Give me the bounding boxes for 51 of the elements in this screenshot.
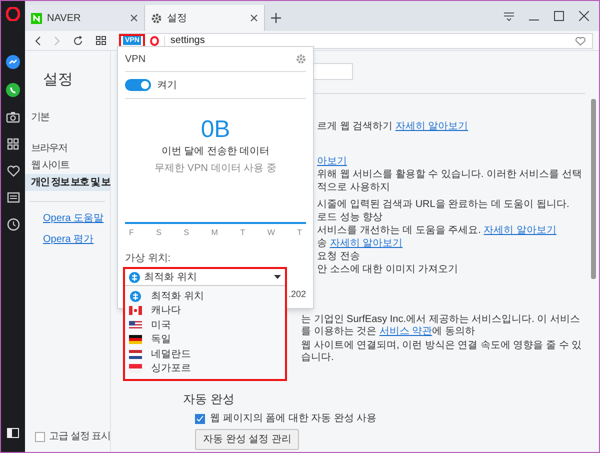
location-option[interactable]: 싱가포르	[125, 362, 285, 376]
settings-text: 안 소스에 대한 이미지 가져오기	[317, 263, 460, 276]
location-option[interactable]: 독일	[125, 332, 285, 347]
browser-tab[interactable]: NAVER	[25, 5, 145, 31]
browser-tab[interactable]: 설정	[145, 5, 265, 31]
learn-more-link[interactable]: 서비스 약관	[379, 326, 432, 337]
day-label: S	[156, 227, 162, 239]
location-option[interactable]: 최적화 위치	[125, 289, 285, 304]
day-label: W	[267, 227, 275, 239]
day-label: T	[240, 227, 246, 239]
checkbox-label: 고급 설정 표시	[49, 430, 111, 444]
settings-title: 설정	[42, 70, 74, 90]
help-link[interactable]: Opera 평가	[25, 232, 110, 246]
tab-title: NAVER	[47, 12, 82, 26]
section-heading: 자동 완성	[183, 391, 236, 408]
settings-text: 시줄에 입력된 검색과 URL을 완료하는 데 도움이 됩니다.	[317, 198, 570, 211]
url-text[interactable]: settings	[170, 33, 570, 48]
learn-more-link[interactable]: 아보기	[317, 156, 347, 167]
data-note: 무제한 VPN 데이터 사용 중	[154, 162, 278, 176]
toggle-label: 켜기	[157, 78, 177, 92]
settings-text: 송 자세히 알아보기	[317, 237, 404, 250]
learn-more-link[interactable]: 자세히 알아보기	[484, 225, 556, 236]
settings-text: 웹 사이트에 연결되며, 이런 방식은 연결 속도에 영향을 줄 수 있습니다.	[301, 340, 583, 364]
location-option[interactable]: 캐나다	[125, 304, 285, 318]
day-label: S	[184, 227, 190, 239]
nav-item[interactable]: 웹 사이트	[25, 156, 110, 174]
location-label: 가상 위치:	[125, 252, 172, 266]
settings-text: 르게 웹 검색하기 자세히 알아보기	[317, 120, 470, 133]
nav-item[interactable]: 기본	[25, 108, 110, 126]
learn-more-link[interactable]: 자세히 알아보기	[330, 238, 403, 249]
manage-autofill-button[interactable]: 자동 완성 설정 관리	[195, 429, 300, 450]
settings-text: 로드 성능 향상	[317, 211, 384, 224]
learn-more-link[interactable]: 자세히 알아보기	[395, 121, 468, 132]
data-amount: 0B	[200, 116, 232, 144]
ip-address-text: .202	[288, 288, 306, 301]
day-label: F	[129, 227, 134, 239]
popup-title: VPN	[125, 52, 146, 66]
day-label: M	[211, 227, 218, 239]
help-link[interactable]: Opera 도움말	[25, 210, 110, 226]
settings-text: 위해 웹 서비스를 활용할 수 있습니다. 이러한 서비스를 선택적으로 사용하지	[317, 168, 584, 194]
settings-text: 요청 전송	[317, 250, 361, 263]
checkbox-label: 웹 페이지의 폼에 대한 자동 완성 사용	[210, 412, 377, 426]
settings-text: 서비스를 개선하는 데 도움을 주세요. 자세히 알아보기	[317, 224, 558, 237]
nav-item[interactable]: 개인 정보 보호 및 보	[25, 174, 110, 190]
location-option[interactable]: 네덜란드	[125, 347, 285, 362]
day-label: T	[297, 227, 302, 239]
location-option[interactable]: 미국	[125, 318, 285, 332]
settings-text: 는 기업인 SurfEasy Inc.에서 제공하는 서비스입니다. 이 서비스를 이용하는 것은 서비스 약관에 동의하	[301, 314, 581, 338]
tab-title: 설정	[167, 12, 188, 26]
data-caption: 이번 달에 전송한 데이터	[160, 145, 271, 159]
nav-item[interactable]: 브라우저	[25, 140, 110, 156]
